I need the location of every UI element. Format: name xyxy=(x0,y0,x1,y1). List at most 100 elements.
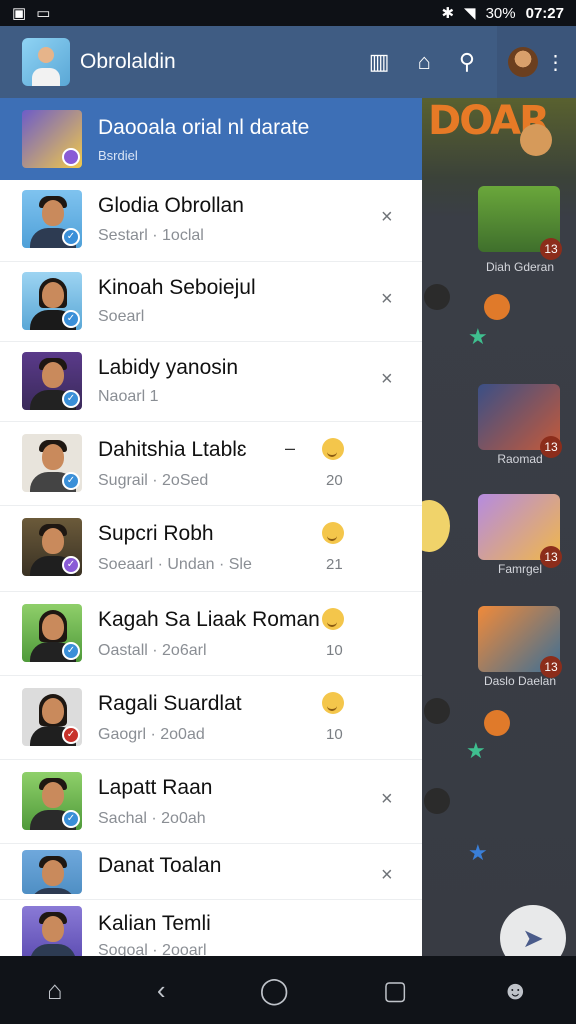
game-caption: Daslo Daelan xyxy=(483,674,557,688)
message-icon: ▭ xyxy=(36,5,51,22)
contact-name: Labidy yanosin xyxy=(98,356,239,379)
game-badge: 13 xyxy=(540,238,562,260)
library-icon[interactable]: ▥ xyxy=(369,49,390,75)
smile-emoji-icon xyxy=(322,692,344,714)
message-count: 21 xyxy=(326,556,343,573)
game-caption: Raomad xyxy=(497,452,543,466)
recents-icon[interactable]: ▢ xyxy=(383,975,408,1006)
verified-icon: ✓ xyxy=(62,228,80,246)
verified-icon: ✓ xyxy=(62,310,80,328)
home-circle-icon[interactable]: ◯ xyxy=(260,975,289,1006)
profile-avatar[interactable] xyxy=(22,38,70,86)
contact-name: Kalian Temli xyxy=(98,912,211,935)
smile-emoji-icon xyxy=(322,608,344,630)
gallery-icon: ▣ xyxy=(12,5,27,22)
character-icon xyxy=(424,698,450,724)
character-icon xyxy=(520,124,552,156)
contact-meta: Soeaarl · Undan · Sle xyxy=(98,556,252,573)
contact-item[interactable]: ✓ Ragali Suardlat Gaogrl · 2o0ad 10 xyxy=(0,676,422,760)
back-icon[interactable]: ‹ xyxy=(157,975,166,1006)
game-background: DOAR 13 Diah Gderan ★ 13 Raomad 13 Famrg… xyxy=(422,98,576,956)
contact-name: Supcri Robh xyxy=(98,522,214,545)
verified-icon: ✓ xyxy=(62,472,80,490)
contact-avatar: ✓ xyxy=(22,190,82,248)
contact-item[interactable]: Kalian Temli Sogoal · 2ooarl xyxy=(0,900,422,956)
contact-item[interactable]: ✓ Kagah Sa Liaak Roman Oastall · 2o6arl … xyxy=(0,592,422,676)
bookmark-icon[interactable]: ⌂ xyxy=(418,49,431,75)
group-thumbnail xyxy=(22,110,82,168)
smile-emoji-icon xyxy=(322,438,344,460)
contact-item[interactable]: Danat Toalan × xyxy=(0,844,422,900)
badge-icon xyxy=(484,294,510,320)
smile-emoji-icon xyxy=(322,522,344,544)
contact-item[interactable]: ✓ Kinoah Seboiejul Soearl × xyxy=(0,262,422,342)
character-icon xyxy=(422,500,450,552)
contact-avatar: ✓ xyxy=(22,518,82,576)
drawer-header[interactable]: Daooala orial nl darate Bsrdiel xyxy=(0,98,422,180)
home-icon[interactable]: ⌂ xyxy=(47,975,63,1006)
contact-meta: Oastall · 2o6arl xyxy=(98,642,207,659)
contact-avatar: ✓ xyxy=(22,434,82,492)
bluetooth-icon: ✱ xyxy=(441,5,455,22)
contact-name: Ragali Suardlat xyxy=(98,692,242,715)
contact-item[interactable]: ✓ Lapatt Raan Sachal · 2o0ah × xyxy=(0,760,422,844)
star-icon: ★ xyxy=(468,324,488,349)
character-icon xyxy=(424,788,450,814)
contact-avatar: ✓ xyxy=(22,272,82,330)
contact-name: Danat Toalan xyxy=(98,854,222,877)
contact-meta: Sugrail · 2oSed xyxy=(98,472,209,489)
verified-icon: ✓ xyxy=(62,390,80,408)
drawer-subtitle: Bsrdiel xyxy=(98,147,138,163)
contact-avatar: ✓ xyxy=(22,352,82,410)
character-icon xyxy=(424,284,450,310)
contact-avatar xyxy=(22,906,82,956)
contact-meta: Naoarl 1 xyxy=(98,388,159,405)
contact-drawer: Daooala orial nl darate Bsrdiel ✓ Glodia… xyxy=(0,98,422,956)
star-icon: ★ xyxy=(466,738,486,763)
battery-level: 30% xyxy=(485,4,516,22)
contact-meta: Sachal · 2o0ah xyxy=(98,810,206,827)
contact-name: Kagah Sa Liaak Roman xyxy=(98,608,320,631)
drawer-title: Daooala orial nl darate xyxy=(98,115,310,139)
status-bar: ▣ ▭ ✱ ◥ 30% 07:27 xyxy=(0,0,576,26)
contact-item[interactable]: ✓ Supcri Robh Soeaarl · Undan · Sle 21 xyxy=(0,506,422,592)
more-options-icon[interactable]: ⋮ xyxy=(546,50,566,75)
contact-avatar: ✓ xyxy=(22,772,82,830)
verified-icon: ✓ xyxy=(62,726,80,744)
close-icon[interactable]: × xyxy=(381,368,393,391)
contact-item[interactable]: ✓ Dahitshia Ltablɛ – Sugrail · 2oSed 20 xyxy=(0,422,422,506)
contact-name: Lapatt Raan xyxy=(98,776,213,799)
star-icon: ★ xyxy=(468,840,488,865)
search-icon[interactable]: ⚲ xyxy=(459,49,475,75)
close-icon[interactable]: × xyxy=(381,788,393,811)
close-icon[interactable]: × xyxy=(381,864,393,887)
contact-item[interactable]: ✓ Glodia Obrollan Sestarl · 1oclal × xyxy=(0,180,422,262)
contact-item[interactable]: ✓ Labidy yanosin Naoarl 1 × xyxy=(0,342,422,422)
contact-avatar: ✓ xyxy=(22,688,82,746)
message-count: 10 xyxy=(326,642,343,659)
assistant-icon[interactable]: ☻ xyxy=(502,975,529,1006)
navigation-bar: ⌂ ‹ ◯ ▢ ☻ xyxy=(0,956,576,1024)
verified-icon: ✓ xyxy=(62,642,80,660)
clock: 07:27 xyxy=(525,4,564,22)
contact-avatar: ✓ xyxy=(22,604,82,662)
contact-meta: Soearl xyxy=(98,308,145,325)
verified-icon: ✓ xyxy=(62,810,80,828)
close-icon[interactable]: × xyxy=(381,288,393,311)
contact-avatar xyxy=(22,850,82,894)
close-icon[interactable]: × xyxy=(381,206,393,229)
game-caption: Diah Gderan xyxy=(485,260,555,274)
contact-meta: Gaogrl · 2o0ad xyxy=(98,726,205,743)
message-count: 20 xyxy=(326,472,343,489)
send-icon: ➤ xyxy=(522,923,544,953)
verified-icon: ✓ xyxy=(62,556,80,574)
contact-meta: Sogoal · 2ooarl xyxy=(98,942,207,956)
app-title: Obrolaldin xyxy=(80,50,176,73)
badge-icon xyxy=(484,710,510,736)
contact-meta: Sestarl · 1oclal xyxy=(98,227,204,244)
game-caption: Famrgel xyxy=(497,562,542,576)
contact-name: Glodia Obrollan xyxy=(98,194,244,217)
user-avatar[interactable] xyxy=(507,47,538,77)
contact-name: Dahitshia Ltablɛ xyxy=(98,438,247,461)
message-count: 10 xyxy=(326,726,343,743)
